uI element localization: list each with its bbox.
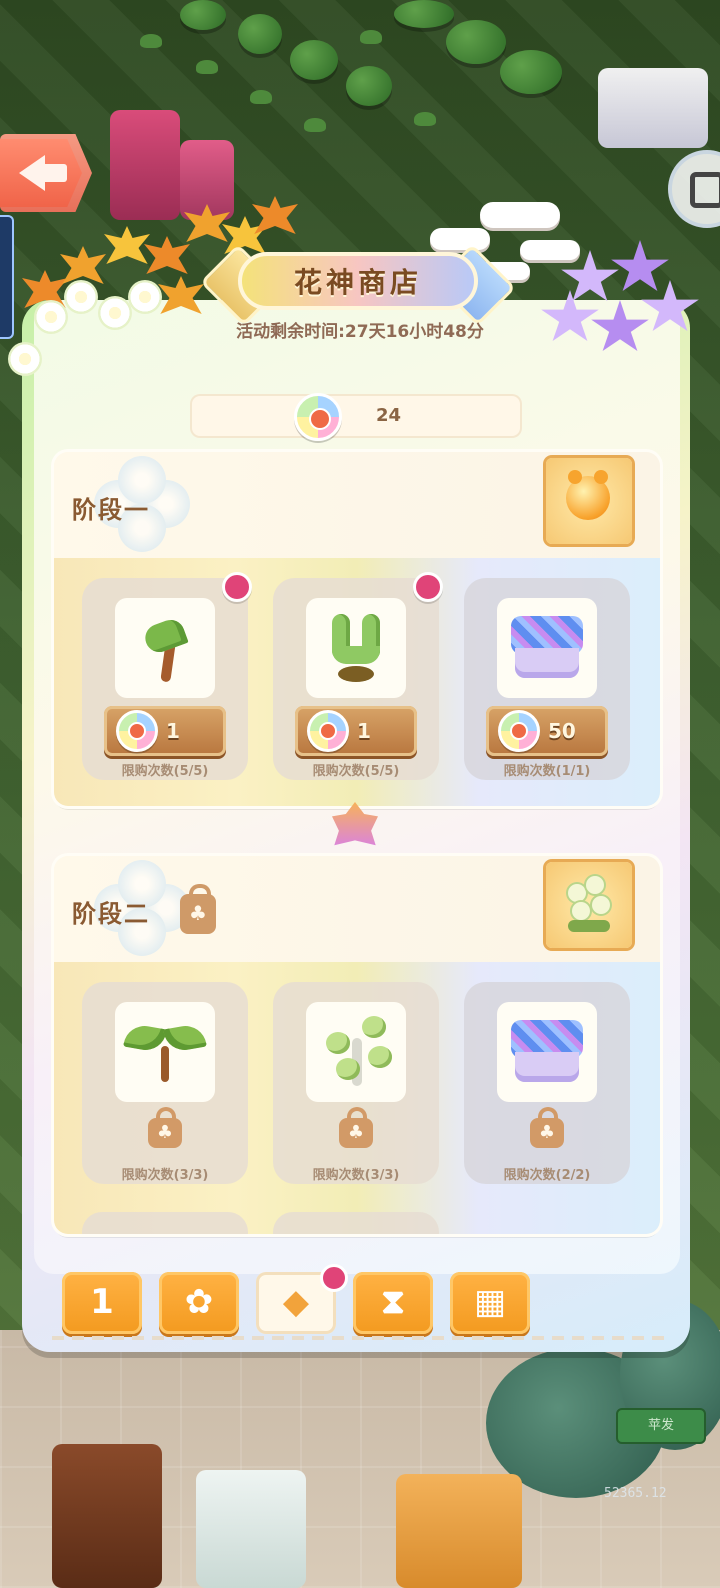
buy-button[interactable]: 50: [486, 706, 608, 756]
succulent-plant-icon: [318, 1012, 394, 1092]
owl-stall: [196, 1470, 306, 1588]
purchase-limit: 限购次数(3/3): [312, 1168, 400, 1183]
notification-dot: [320, 1264, 348, 1292]
stage-reward[interactable]: [546, 862, 632, 948]
flower-token-icon: [294, 393, 342, 441]
stage-one-section: 阶段一 1 限购次数(5/5) 1 限购次数(5/5) 50 限购次数(1/1): [54, 452, 660, 806]
buy-button[interactable]: 1: [295, 706, 417, 756]
shop-item-card[interactable]: 1 限购次数(5/5): [273, 572, 443, 780]
price-value: 1: [166, 719, 180, 743]
item-thumbnail: [497, 1002, 597, 1102]
white-flower-bonsai-icon: [562, 876, 616, 934]
shop-item-card[interactable]: [82, 1212, 248, 1234]
market-stall: [598, 68, 708, 148]
shop-tab-bar: 1 ✿ ◆ ⧗ ▦: [56, 1272, 536, 1336]
shop-item-card[interactable]: 50 限购次数(1/1): [464, 578, 630, 780]
purchase-limit: 限购次数(5/5): [121, 764, 209, 779]
item-thumbnail: [306, 598, 406, 698]
shop-item-card[interactable]: 限购次数(3/3): [273, 982, 439, 1184]
shop-title-banner: 花神商店: [192, 243, 524, 327]
blue-ribbon-cake-icon: [511, 1016, 583, 1090]
shop-item-card[interactable]: [273, 1212, 439, 1234]
back-arrow-icon: [19, 153, 73, 193]
camera-icon: [690, 172, 720, 208]
price-value: 50: [548, 719, 576, 743]
tab-timer[interactable]: ⧗: [353, 1272, 433, 1334]
stage-reward[interactable]: [546, 458, 632, 544]
tab-ranking[interactable]: 1: [62, 1272, 142, 1334]
currency-bar: 24: [190, 393, 522, 441]
stage-items: 1 限购次数(5/5) 1 限购次数(5/5) 50 限购次数(1/1): [54, 558, 660, 806]
tab-pinwheel[interactable]: ✿: [159, 1272, 239, 1334]
purchase-limit: 限购次数(3/3): [121, 1168, 209, 1183]
shrub: [414, 112, 436, 126]
shrub: [304, 118, 326, 132]
tree: [346, 66, 392, 106]
dashed-divider: [52, 1336, 668, 1340]
purchase-limit: 限购次数(1/1): [503, 764, 591, 779]
tab-gift[interactable]: ▦: [450, 1272, 530, 1334]
blue-ribbon-cake-icon: [511, 612, 583, 686]
item-thumbnail: [115, 598, 215, 698]
notification-dot: [222, 572, 252, 602]
currency-amount: 24: [376, 405, 402, 426]
tree: [180, 0, 226, 30]
stage-header: 阶段一: [54, 452, 660, 558]
item-thumbnail: [306, 1002, 406, 1102]
shop-item-card[interactable]: 1 限购次数(5/5): [82, 572, 252, 780]
item-thumbnail: [115, 1002, 215, 1102]
stage-header: 阶段二: [54, 856, 660, 962]
purchase-limit: 限购次数(2/2): [503, 1168, 591, 1183]
wooden-shelf: [52, 1444, 162, 1588]
stage-items: 限购次数(3/3) 限购次数(3/3) 限购次数(2/2): [54, 962, 660, 1234]
golden-bear-orb-icon: [566, 470, 610, 520]
buy-button[interactable]: 1: [104, 706, 226, 756]
hourglass-icon: ⧗: [381, 1282, 405, 1322]
shrub: [140, 34, 162, 48]
shrub: [196, 60, 218, 74]
shop-title: 花神商店: [238, 252, 478, 310]
gift-box-icon: ▦: [473, 1282, 507, 1322]
item-thumbnail: [497, 598, 597, 698]
shrub: [360, 30, 382, 44]
tree: [500, 50, 562, 94]
price-value: 1: [357, 719, 371, 743]
cactus-plant-icon: [328, 612, 384, 684]
lock-icon: [180, 884, 216, 934]
notification-dot: [413, 572, 443, 602]
flower-token-icon: [307, 710, 349, 752]
purple-flower-decoration: [540, 240, 710, 380]
tree: [446, 20, 506, 64]
shrub: [250, 90, 272, 104]
lock-icon: [530, 1107, 564, 1148]
stage-two-section: 阶段二 限购次数(3/3) 限购次数: [54, 856, 660, 1234]
tree: [290, 40, 338, 80]
stage-title: 阶段一: [72, 496, 150, 524]
coin-readout: 52365.12: [604, 1486, 667, 1501]
tree: [394, 0, 454, 28]
palm-sprout-icon: [141, 616, 191, 683]
flower-token-icon: [116, 710, 158, 752]
shop-item-card[interactable]: 限购次数(3/3): [82, 982, 248, 1184]
green-sprout-icon: [123, 1016, 207, 1086]
lock-icon: [339, 1107, 373, 1148]
harvest-button[interactable]: 苹发: [616, 1408, 706, 1444]
stage-title: 阶段二: [72, 900, 150, 928]
pinwheel-flower-icon: ✿: [184, 1282, 214, 1322]
shop-item-card[interactable]: 限购次数(2/2): [464, 982, 630, 1184]
lock-icon: [148, 1107, 182, 1148]
flower-token-icon: [498, 710, 540, 752]
tree: [238, 14, 282, 54]
vending-machine: [396, 1474, 522, 1588]
podium-rank-icon: 1: [90, 1282, 114, 1322]
event-timer: 活动剩余时间:27天16小时48分: [236, 322, 484, 342]
purchase-limit: 限购次数(5/5): [312, 764, 400, 779]
